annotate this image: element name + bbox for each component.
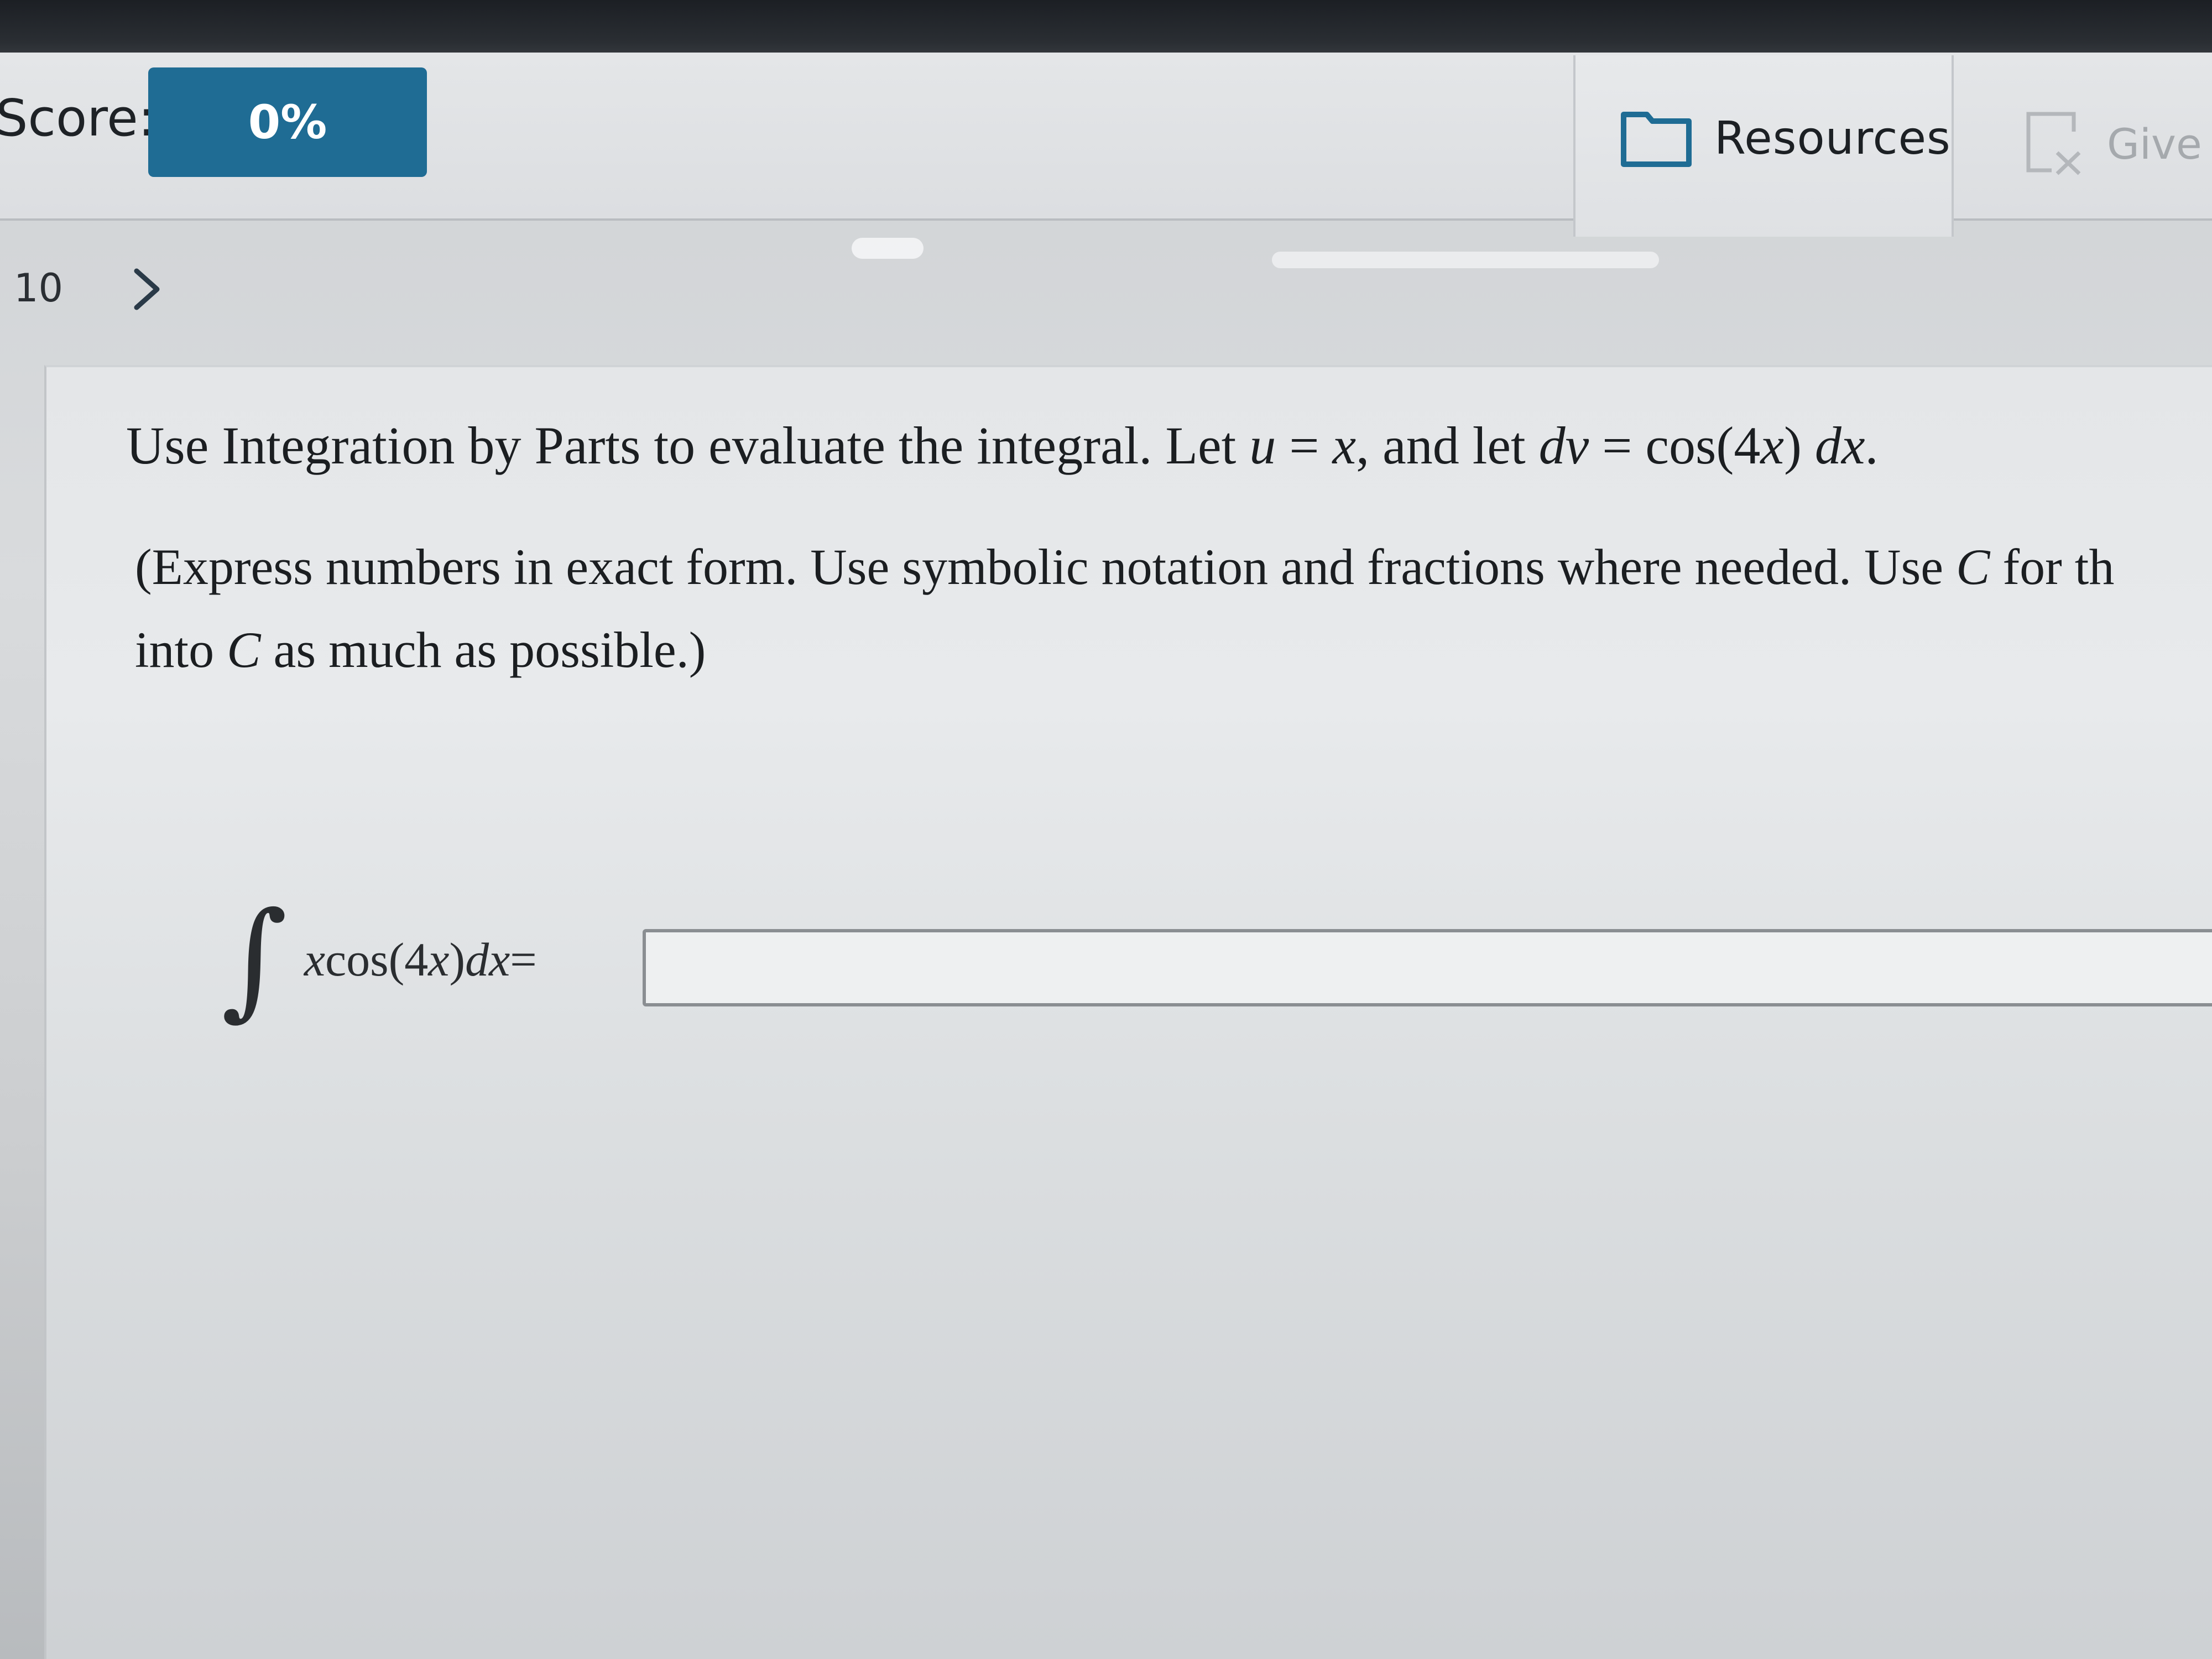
- instructions-text: (Express numbers in exact form. Use symb…: [135, 539, 1957, 595]
- math-x: x: [1332, 416, 1357, 475]
- instructions-text: for th: [1990, 539, 2115, 595]
- math-x: x: [1760, 416, 1784, 475]
- resources-button[interactable]: Resources: [1620, 102, 1951, 174]
- prompt-text: , and let: [1356, 416, 1539, 475]
- math-x: x: [304, 933, 326, 986]
- math-equals: =: [1276, 416, 1333, 475]
- math-C: C: [227, 622, 261, 678]
- score-label: Score:: [0, 88, 155, 148]
- chevron-right-icon: [134, 268, 160, 310]
- instructions-text: as much as possible.): [260, 622, 706, 678]
- instructions-line-1: (Express numbers in exact form. Use symb…: [135, 525, 2212, 608]
- math-dx: dx: [465, 933, 510, 986]
- integral-expression: ∫ x cos(4 x) dx =: [221, 896, 537, 1023]
- integral-sign: ∫: [221, 885, 288, 1033]
- screen-glare: [852, 238, 924, 259]
- instructions-text: into: [135, 622, 227, 678]
- math-cos: cos(4: [1645, 416, 1761, 475]
- math-paren: ): [1783, 416, 1815, 475]
- math-equals: =: [1589, 416, 1646, 475]
- math-dv: dv: [1538, 416, 1589, 475]
- math-equals: =: [510, 933, 537, 986]
- math-x: x: [428, 933, 450, 986]
- prompt-text: .: [1865, 416, 1879, 475]
- folder-icon: [1620, 107, 1692, 170]
- monitor-bezel: [0, 0, 2212, 61]
- math-u: u: [1249, 416, 1276, 475]
- math-C: C: [1956, 539, 1990, 595]
- screen-glare: [1272, 252, 1659, 268]
- question-number: 10: [14, 265, 64, 311]
- question-prompt: Use Integration by Parts to evaluate the…: [126, 415, 1879, 476]
- math-paren: ): [449, 933, 466, 986]
- give-up-label: Give: [2107, 119, 2202, 169]
- screen: Score: 0% Resources Give 10 Use Integrat…: [0, 0, 2212, 1659]
- math-cos: cos(4: [325, 933, 429, 986]
- give-up-icon: [2024, 109, 2085, 178]
- answer-input[interactable]: [643, 929, 2212, 1006]
- resources-label: Resources: [1714, 112, 1951, 165]
- instructions: (Express numbers in exact form. Use symb…: [135, 525, 2212, 691]
- score-badge: 0%: [148, 67, 427, 177]
- math-dx: dx: [1814, 416, 1865, 475]
- next-question-button[interactable]: [123, 264, 173, 314]
- instructions-line-2: into C as much as possible.): [135, 608, 2212, 691]
- prompt-text: Use Integration by Parts to evaluate the…: [126, 416, 1250, 475]
- give-up-button[interactable]: Give: [2024, 108, 2202, 180]
